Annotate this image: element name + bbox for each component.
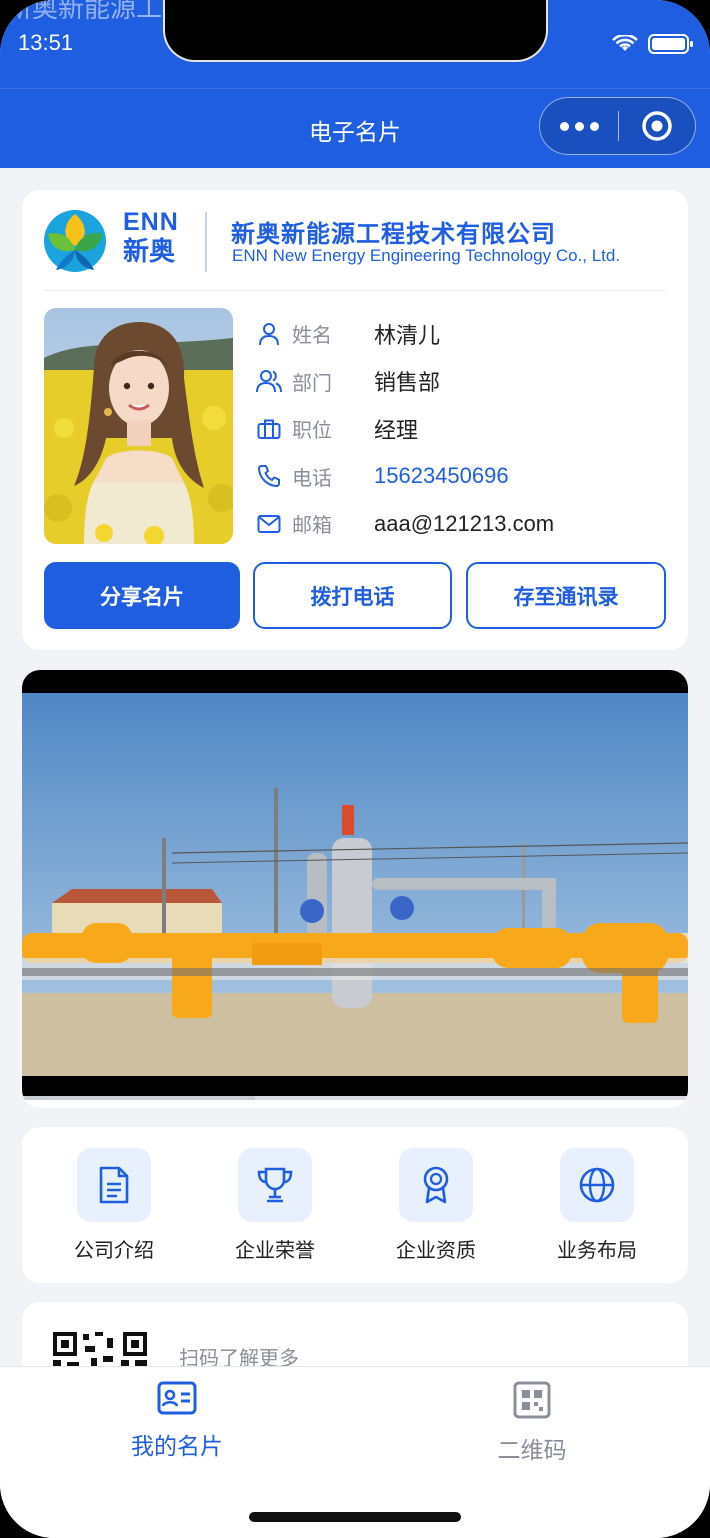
department-value: 销售部 (374, 370, 441, 396)
department-label: 部门 (292, 370, 332, 395)
quick-link-honors[interactable]: 企业荣誉 (210, 1148, 340, 1263)
phone-row[interactable]: 电话 15623450696 (256, 453, 666, 501)
quick-link-label: 企业资质 (396, 1238, 476, 1262)
home-indicator (249, 1512, 461, 1522)
mail-icon (256, 511, 282, 537)
quick-links: 公司介绍 企业荣誉 企业资质 业务布局 (22, 1127, 688, 1283)
status-icons (612, 34, 694, 54)
position-value: 经理 (374, 417, 419, 443)
phone-value[interactable]: 15623450696 (374, 463, 509, 489)
enn-wordmark: ENN 新奥 (123, 208, 179, 267)
email-label: 邮箱 (292, 513, 332, 538)
quick-link-label: 业务布局 (557, 1238, 637, 1262)
quick-link-label: 企业荣誉 (235, 1238, 315, 1262)
quick-link-company-intro[interactable]: 公司介绍 (49, 1148, 179, 1263)
quick-link-business-layout[interactable]: 业务布局 (532, 1148, 662, 1263)
group-icon (256, 368, 282, 394)
tab-label: 我的名片 (131, 1434, 223, 1460)
video-progress-bar[interactable] (22, 1096, 688, 1100)
header-divider (44, 290, 666, 291)
globe-icon (560, 1148, 634, 1222)
nav-bar: 电子名片 (0, 88, 710, 168)
logo-divider (205, 212, 207, 272)
phone-label: 电话 (292, 465, 332, 490)
profile-info: 姓名 林清儿 部门 销售部 职位 经理 电话 15623450696 邮箱 aa… (256, 310, 666, 548)
document-icon (77, 1148, 151, 1222)
share-card-button[interactable]: 分享名片 (44, 562, 240, 629)
email-value: aaa@121213.com (374, 510, 555, 536)
name-value: 林清儿 (374, 322, 441, 348)
person-icon (256, 321, 282, 347)
tab-label: 二维码 (497, 1438, 567, 1464)
id-card-icon (157, 1381, 197, 1415)
wifi-icon (612, 35, 638, 51)
profile-photo (44, 308, 233, 544)
quick-link-label: 公司介绍 (74, 1238, 154, 1262)
enn-logo-icon (44, 210, 106, 272)
more-dots-icon[interactable] (540, 98, 618, 154)
tab-qr-code[interactable]: 二维码 (432, 1381, 632, 1465)
save-contact-button[interactable]: 存至通讯录 (466, 562, 666, 629)
mini-program-capsule (539, 97, 696, 155)
trophy-icon (238, 1148, 312, 1222)
video-scene (22, 693, 688, 1076)
status-bar: 新奥新能源工程技术有限公司 13:51 (0, 0, 710, 88)
quick-link-qualifications[interactable]: 企业资质 (371, 1148, 501, 1263)
company-name-zh: 新奥新能源工程技术有限公司 (231, 220, 556, 248)
business-card: ENN 新奥 新奥新能源工程技术有限公司 ENN New Energy Engi… (22, 190, 688, 650)
camera-notch (163, 0, 548, 62)
portrait-illustration (44, 308, 233, 544)
company-name-en: ENN New Energy Engineering Technology Co… (232, 246, 621, 265)
close-button[interactable] (619, 110, 695, 142)
phone-screen: 新奥新能源工程技术有限公司 13:51 电子名片 (0, 0, 710, 1538)
department-row: 部门 销售部 (256, 358, 666, 406)
video-player[interactable] (22, 670, 688, 1108)
phone-icon (256, 463, 282, 489)
name-row: 姓名 林清儿 (256, 310, 666, 358)
logo-text-en: ENN (123, 208, 179, 236)
name-label: 姓名 (292, 323, 332, 348)
briefcase-icon (256, 416, 282, 442)
award-icon (399, 1148, 473, 1222)
target-circle-icon (642, 111, 672, 141)
battery-icon (648, 34, 693, 54)
logo-text-zh: 新奥 (123, 237, 176, 267)
video-progress-fill (22, 1096, 256, 1100)
email-row: 邮箱 aaa@121213.com (256, 500, 666, 548)
tab-my-card[interactable]: 我的名片 (77, 1381, 277, 1461)
status-time: 13:51 (18, 30, 74, 55)
position-row: 职位 经理 (256, 405, 666, 453)
call-button[interactable]: 拨打电话 (253, 562, 452, 629)
qr-grid-icon (513, 1381, 551, 1419)
position-label: 职位 (292, 418, 332, 443)
